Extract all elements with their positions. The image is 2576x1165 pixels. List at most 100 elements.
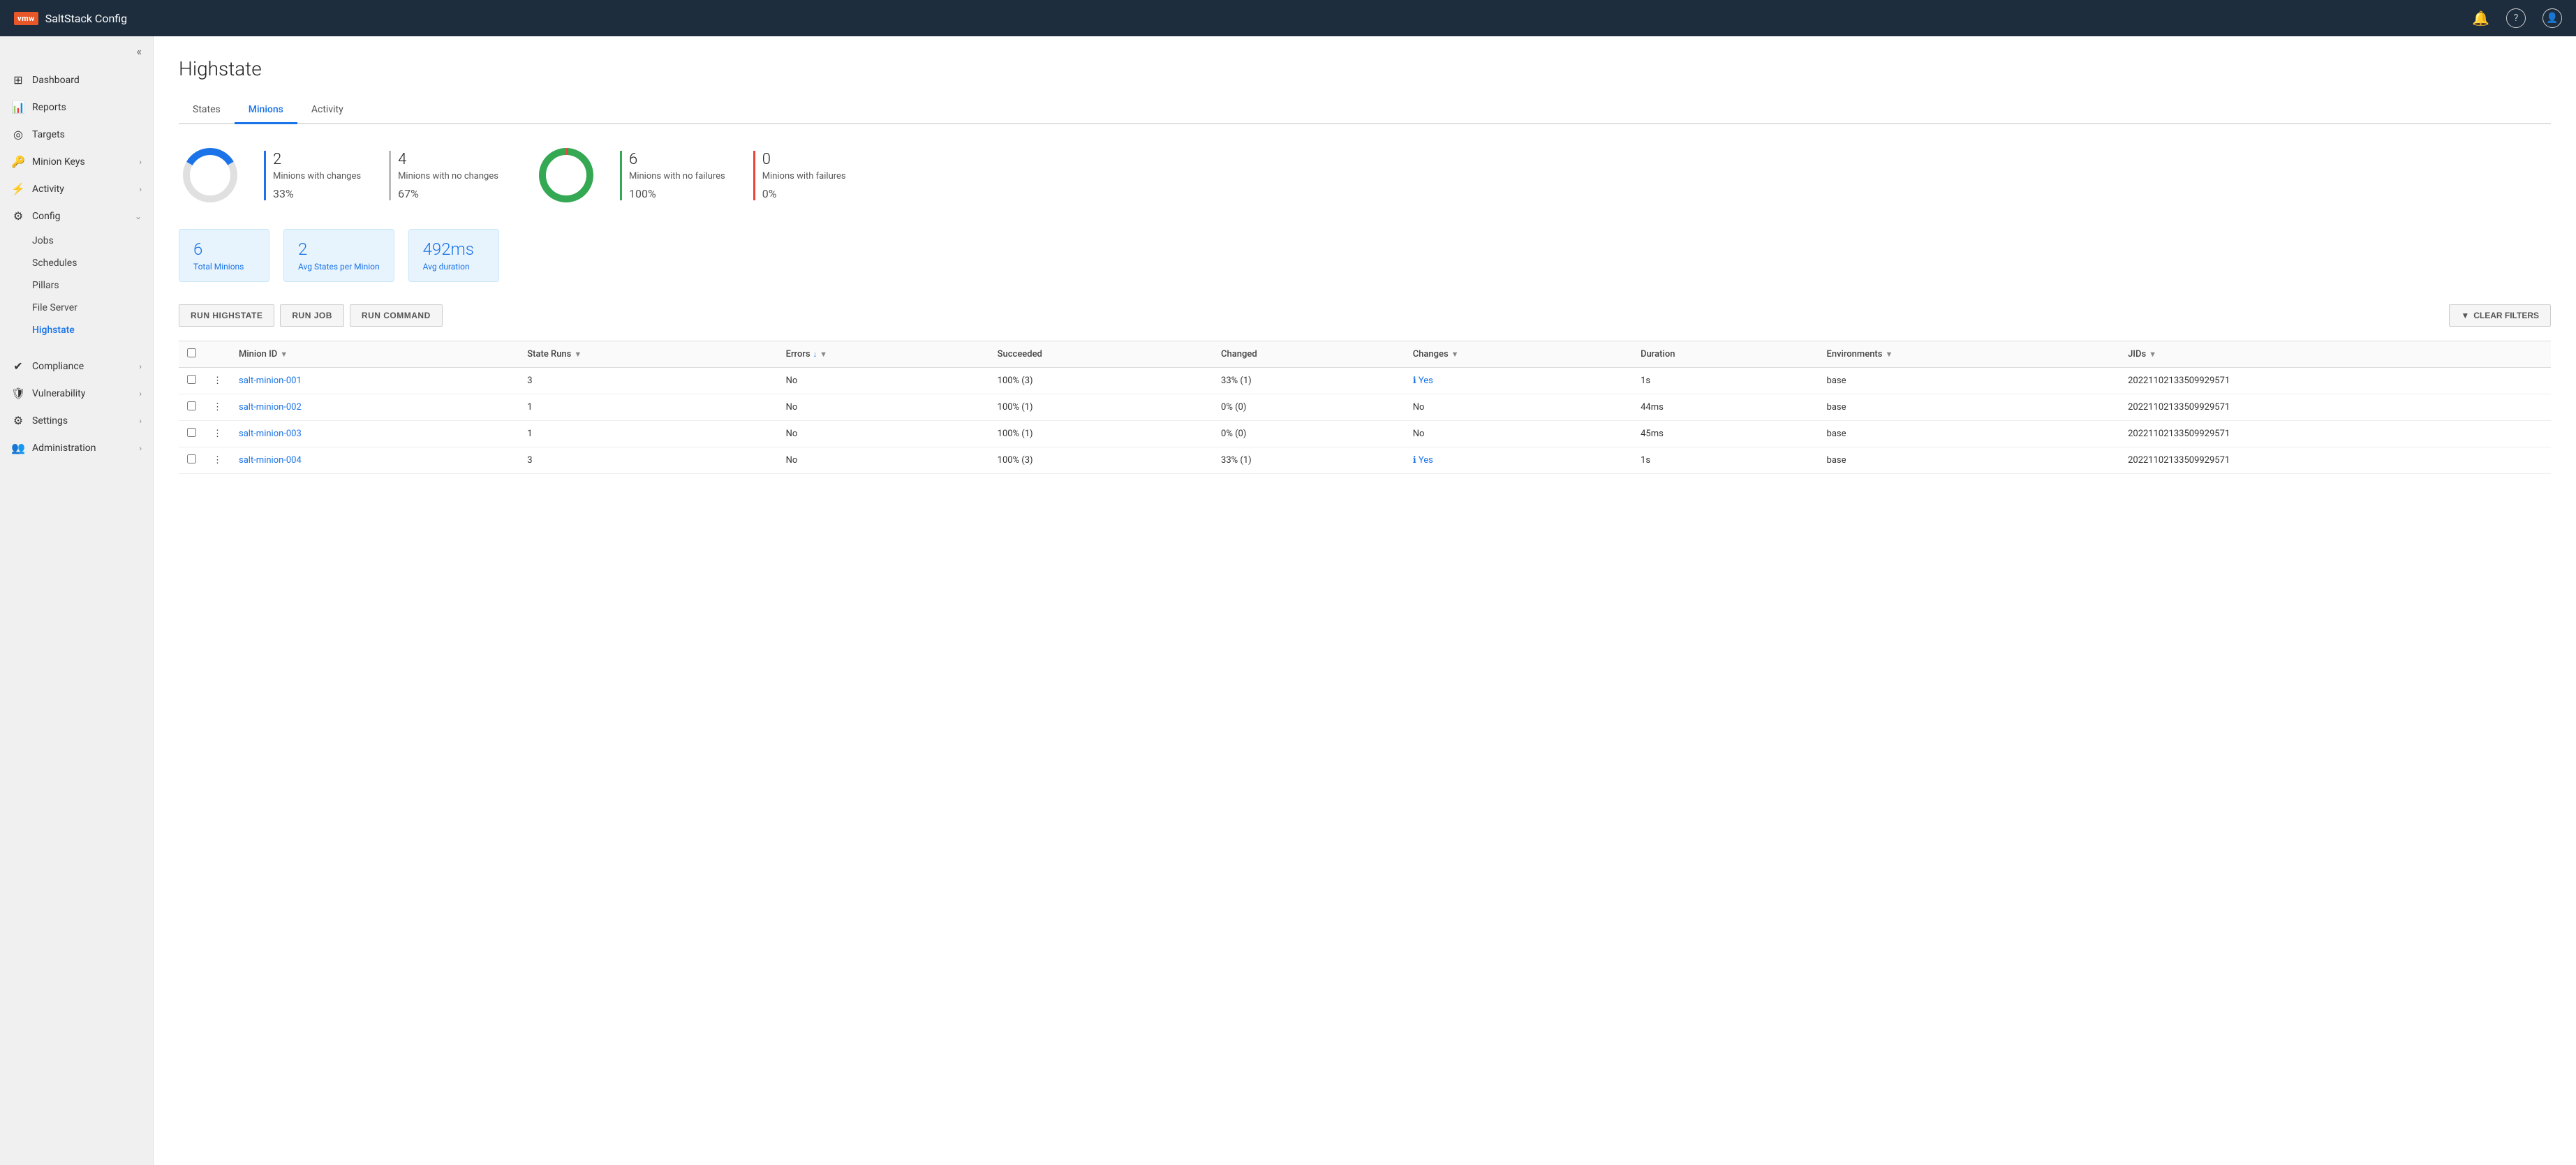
minion-id-filter-icon[interactable]: ▼	[280, 350, 288, 359]
row-checkbox[interactable]	[187, 454, 196, 463]
tab-minions[interactable]: Minions	[235, 97, 297, 124]
total-minions-value: 6	[193, 239, 255, 259]
table-row: ⋮ salt-minion-002 1 No 100% (1) 0% (0) N…	[179, 394, 2551, 421]
state-runs-filter-icon[interactable]: ▼	[574, 350, 582, 359]
stat-minions-with-changes: 2 Minions with changes 33%	[264, 151, 361, 200]
changes-pct: 33%	[273, 187, 361, 200]
changes-value: No	[1413, 402, 1425, 413]
notifications-icon[interactable]: 🔔	[2472, 10, 2489, 27]
sidebar-collapse-button[interactable]: «	[0, 36, 153, 66]
avg-states-label: Avg States per Minion	[298, 262, 380, 272]
row-checkbox-cell	[179, 447, 205, 474]
minion-id-link[interactable]: salt-minion-001	[239, 376, 302, 386]
run-highstate-button[interactable]: RUN HIGHSTATE	[179, 304, 274, 327]
sidebar-item-jobs[interactable]: Jobs	[0, 230, 153, 252]
targets-icon: ◎	[11, 128, 25, 141]
row-state-runs: 1	[519, 394, 777, 421]
row-succeeded: 100% (1)	[989, 394, 1213, 421]
select-all-checkbox[interactable]	[187, 348, 196, 357]
sidebar-item-schedules[interactable]: Schedules	[0, 252, 153, 274]
sidebar-item-settings[interactable]: ⚙ Settings ›	[0, 407, 153, 434]
th-duration: Duration	[1632, 341, 1818, 368]
total-minions-label: Total Minions	[193, 262, 255, 272]
row-errors: No	[778, 447, 989, 474]
run-job-button[interactable]: RUN JOB	[280, 304, 344, 327]
row-checkbox[interactable]	[187, 375, 196, 384]
minion-id-link[interactable]: salt-minion-002	[239, 402, 302, 413]
sidebar-item-targets[interactable]: ◎ Targets	[0, 121, 153, 148]
row-menu-button[interactable]: ⋮	[205, 447, 230, 474]
user-account-icon[interactable]: 👤	[2542, 8, 2562, 28]
sidebar-item-pillars[interactable]: Pillars	[0, 274, 153, 297]
errors-filter-icon[interactable]: ▼	[820, 350, 827, 359]
row-changes: No	[1405, 421, 1632, 447]
minion-id-link[interactable]: salt-minion-004	[239, 455, 302, 466]
sidebar-item-label: Vulnerability	[32, 388, 85, 399]
sidebar-item-reports[interactable]: 📊 Reports	[0, 94, 153, 121]
failures-count: 0	[762, 151, 846, 168]
row-environments: base	[1819, 421, 2120, 447]
changes-filter-icon[interactable]: ▼	[1451, 350, 1459, 359]
select-all-header	[179, 341, 205, 368]
errors-sort-icon[interactable]: ↓	[813, 350, 817, 359]
environments-filter-icon[interactable]: ▼	[1885, 350, 1893, 359]
row-changed: 0% (0)	[1213, 421, 1405, 447]
avg-duration-value: 492ms	[423, 239, 484, 259]
run-command-button[interactable]: RUN COMMAND	[350, 304, 443, 327]
sidebar-item-administration[interactable]: 👥 Administration ›	[0, 434, 153, 461]
jids-filter-icon[interactable]: ▼	[2149, 350, 2156, 359]
row-changed: 33% (1)	[1213, 368, 1405, 394]
minion-id-link[interactable]: salt-minion-003	[239, 429, 302, 439]
sidebar-item-minion-keys[interactable]: 🔑 Minion Keys ›	[0, 148, 153, 175]
sidebar-item-label: Reports	[32, 102, 66, 113]
row-menu-button[interactable]: ⋮	[205, 368, 230, 394]
row-duration: 45ms	[1632, 421, 1818, 447]
row-checkbox[interactable]	[187, 401, 196, 410]
row-menu-button[interactable]: ⋮	[205, 394, 230, 421]
sidebar-item-label: Activity	[32, 184, 64, 195]
sidebar-item-activity[interactable]: ⚡ Activity ›	[0, 175, 153, 202]
no-changes-pct: 67%	[398, 187, 498, 200]
sidebar-item-compliance[interactable]: ✔ Compliance ›	[0, 353, 153, 380]
sidebar-item-label: Targets	[32, 129, 65, 140]
row-changes: ℹ Yes	[1405, 368, 1632, 394]
changes-value: No	[1413, 429, 1425, 439]
stat-no-failures: 6 Minions with no failures 100%	[620, 151, 725, 200]
config-icon: ⚙	[11, 209, 25, 223]
info-icon[interactable]: ℹ	[1413, 455, 1416, 466]
tab-activity[interactable]: Activity	[297, 97, 357, 124]
row-jids: 20221102133509929571	[2119, 421, 2551, 447]
metric-avg-states: 2 Avg States per Minion	[283, 229, 394, 282]
minion-keys-icon: 🔑	[11, 155, 25, 168]
action-bar: RUN HIGHSTATE RUN JOB RUN COMMAND ▼ CLEA…	[179, 304, 2551, 327]
row-errors: No	[778, 421, 989, 447]
th-jids: JIDs ▼	[2119, 341, 2551, 368]
sidebar-item-highstate[interactable]: Highstate	[0, 319, 153, 341]
clear-filters-button[interactable]: ▼ CLEAR FILTERS	[2449, 304, 2551, 327]
row-checkbox[interactable]	[187, 428, 196, 437]
tab-states[interactable]: States	[179, 97, 235, 124]
metric-cards: 6 Total Minions 2 Avg States per Minion …	[179, 229, 2551, 282]
changes-value[interactable]: Yes	[1419, 455, 1433, 466]
sidebar-item-file-server[interactable]: File Server	[0, 297, 153, 319]
table-row: ⋮ salt-minion-001 3 No 100% (3) 33% (1) …	[179, 368, 2551, 394]
sidebar-item-dashboard[interactable]: ⊞ Dashboard	[0, 66, 153, 94]
no-changes-label: Minions with no changes	[398, 171, 498, 181]
row-errors: No	[778, 368, 989, 394]
row-minion-id: salt-minion-004	[230, 447, 519, 474]
row-jids: 20221102133509929571	[2119, 368, 2551, 394]
page-title: Highstate	[179, 57, 2551, 80]
sidebar-item-vulnerability[interactable]: 🛡 Vulnerability ›	[0, 380, 153, 407]
info-icon[interactable]: ℹ	[1413, 376, 1416, 386]
row-menu-button[interactable]: ⋮	[205, 421, 230, 447]
th-environments: Environments ▼	[1819, 341, 2120, 368]
sidebar-item-config[interactable]: ⚙ Config ⌄	[0, 202, 153, 230]
help-icon[interactable]: ?	[2506, 8, 2526, 28]
th-minion-id: Minion ID ▼	[230, 341, 519, 368]
sidebar-item-label: Dashboard	[32, 75, 80, 86]
sidebar-item-label: Settings	[32, 415, 68, 426]
dashboard-icon: ⊞	[11, 73, 25, 87]
stat-failures: 0 Minions with failures 0%	[753, 151, 846, 200]
row-environments: base	[1819, 394, 2120, 421]
changes-value[interactable]: Yes	[1419, 376, 1433, 386]
